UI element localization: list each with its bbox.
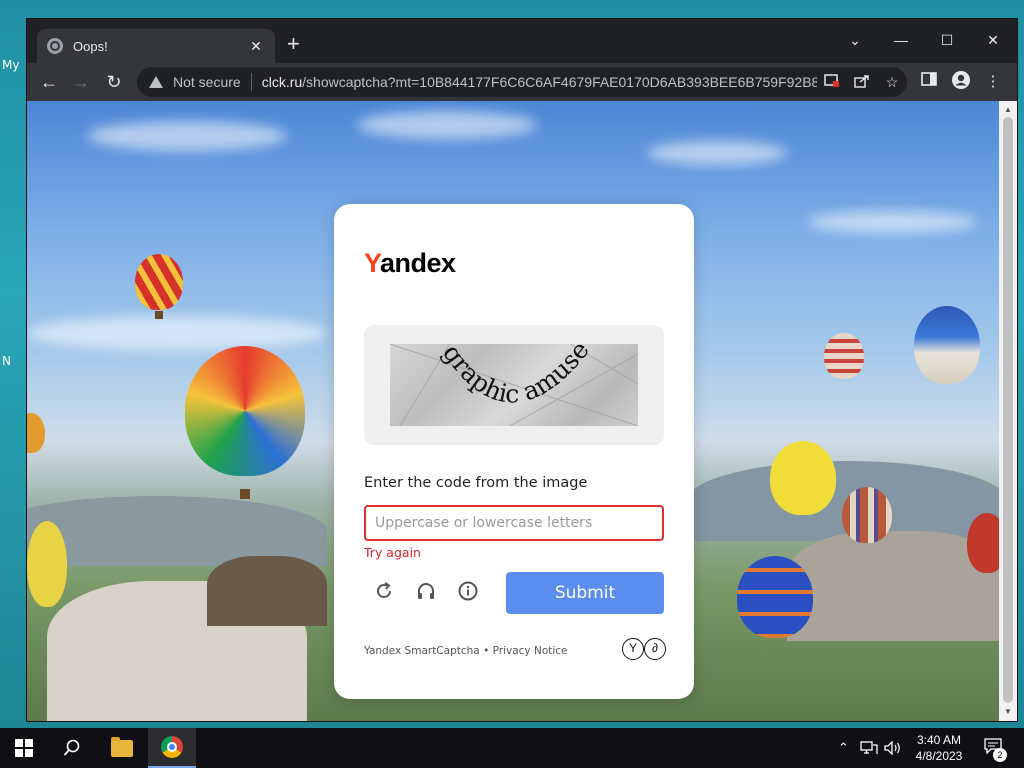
reload-button[interactable]: ↻ [102,70,126,94]
balloon-basket [240,489,250,499]
chrome-icon [161,736,183,758]
security-chip[interactable]: Not secure [173,74,241,90]
scrollbar-thumb[interactable] [1003,117,1013,703]
warning-triangle-icon [149,76,163,88]
kebab-menu-icon[interactable]: ⋮ [981,70,1005,94]
tab-strip: Oops! ✕ + ⌄ — ☐ ✕ [27,19,1017,63]
folder-icon [111,736,133,757]
profile-icon[interactable] [949,70,973,94]
url-host: clck.ru [261,74,303,90]
scroll-up-arrow-icon[interactable]: ▲ [999,105,1017,114]
tab-oops[interactable]: Oops! ✕ [37,29,275,63]
rock-formation [207,556,327,626]
tab-title: Oops! [73,38,108,54]
refresh-icon[interactable] [371,580,397,606]
captcha-card: Yandex graphic amuse Enter the code from… [334,204,694,699]
captcha-footer: Yandex SmartCaptcha • Privacy Notice [364,645,568,657]
hot-air-balloon [842,487,892,543]
clock[interactable]: 3:40 AM 4/8/2023 [908,732,970,764]
smartcaptcha-link[interactable]: Yandex SmartCaptcha [364,645,480,657]
cloud [807,211,977,233]
tab-close-icon[interactable]: ✕ [247,38,265,55]
maximize-button[interactable]: ☐ [924,25,970,55]
captcha-image-container: graphic amuse [364,325,664,445]
start-button[interactable] [0,728,48,768]
submit-button[interactable]: Submit [506,572,664,614]
cloud [87,121,287,151]
svg-text:graphic amuse: graphic amuse [437,344,595,409]
cloud [357,111,537,139]
page-viewport: Yandex graphic amuse Enter the code from… [27,101,999,721]
desktop-icon-label[interactable]: My [2,58,19,72]
cloud [27,316,327,350]
taskbar: ⌃ 3:40 AM 4/8/2023 2 [0,728,1024,768]
hot-air-balloon [737,556,813,638]
hot-air-balloon [914,306,980,384]
back-button[interactable]: ← [37,70,61,94]
url-text[interactable]: clck.ru/showcaptcha?mt=10B844177F6C6C6AF… [262,74,817,90]
footer-separator: • [479,645,493,657]
file-explorer-button[interactable] [98,728,146,768]
popup-blocked-icon[interactable] [817,73,847,91]
clock-date: 4/8/2023 [915,749,963,763]
hot-air-balloon [27,413,45,453]
captcha-distorted-text: graphic amuse [437,344,595,409]
hot-air-balloon [185,346,305,476]
search-button[interactable] [48,728,96,768]
notification-count-badge: 2 [993,748,1007,762]
page-scrollbar[interactable]: ▲ ▼ [999,101,1017,721]
yandex-y-badge-icon: Y [622,638,644,660]
smartcaptcha-badge-icon: ∂ [644,638,666,660]
share-icon[interactable] [847,74,877,91]
new-tab-button[interactable]: + [287,33,300,55]
hot-air-balloon [770,441,836,515]
yandex-logo: Yandex [364,248,456,278]
search-icon [63,739,80,756]
omnibox-divider [250,73,252,91]
bookmark-star-icon[interactable]: ☆ [877,74,907,91]
balloon-basket [155,311,163,319]
hot-air-balloon [135,254,183,310]
clock-time: 3:40 AM [916,733,962,747]
network-icon[interactable] [860,728,882,768]
hot-air-balloon [967,513,999,573]
error-message: Try again [364,545,421,560]
minimize-button[interactable]: — [878,25,924,55]
info-icon[interactable] [455,580,481,606]
browser-toolbar: ← → ↻ Not secure clck.ru/showcaptcha?mt=… [27,63,1017,101]
captcha-prompt: Enter the code from the image [364,475,588,491]
windows-logo-icon [15,739,33,757]
browser-window: Oops! ✕ + ⌄ — ☐ ✕ ← → ↻ Not secure clck.… [27,19,1017,721]
action-center-button[interactable]: 2 [982,738,1007,762]
cloud [647,141,787,165]
scroll-down-arrow-icon[interactable]: ▼ [999,707,1017,716]
distant-hill [687,461,999,541]
globe-icon [47,38,63,54]
audio-headphones-icon[interactable] [413,580,439,606]
volume-icon[interactable] [884,728,906,768]
privacy-notice-link[interactable]: Privacy Notice [493,645,568,657]
hot-air-balloon [824,333,864,379]
captcha-answer-input[interactable] [364,505,664,541]
side-panel-icon[interactable] [917,70,941,94]
hot-air-balloon [27,521,67,607]
captcha-image: graphic amuse [390,344,638,426]
show-hidden-icons-button[interactable]: ⌃ [838,728,856,768]
desktop-icon-label[interactable]: N [2,354,11,368]
close-window-button[interactable]: ✕ [970,25,1016,55]
tab-search-dropdown-icon[interactable]: ⌄ [832,25,878,55]
url-path: /showcaptcha?mt=10B844177F6C6C6AF4679FAE… [302,74,817,90]
address-bar[interactable]: Not secure clck.ru/showcaptcha?mt=10B844… [137,67,907,97]
chrome-taskbar-button[interactable] [148,728,196,768]
forward-button[interactable]: → [69,70,93,94]
